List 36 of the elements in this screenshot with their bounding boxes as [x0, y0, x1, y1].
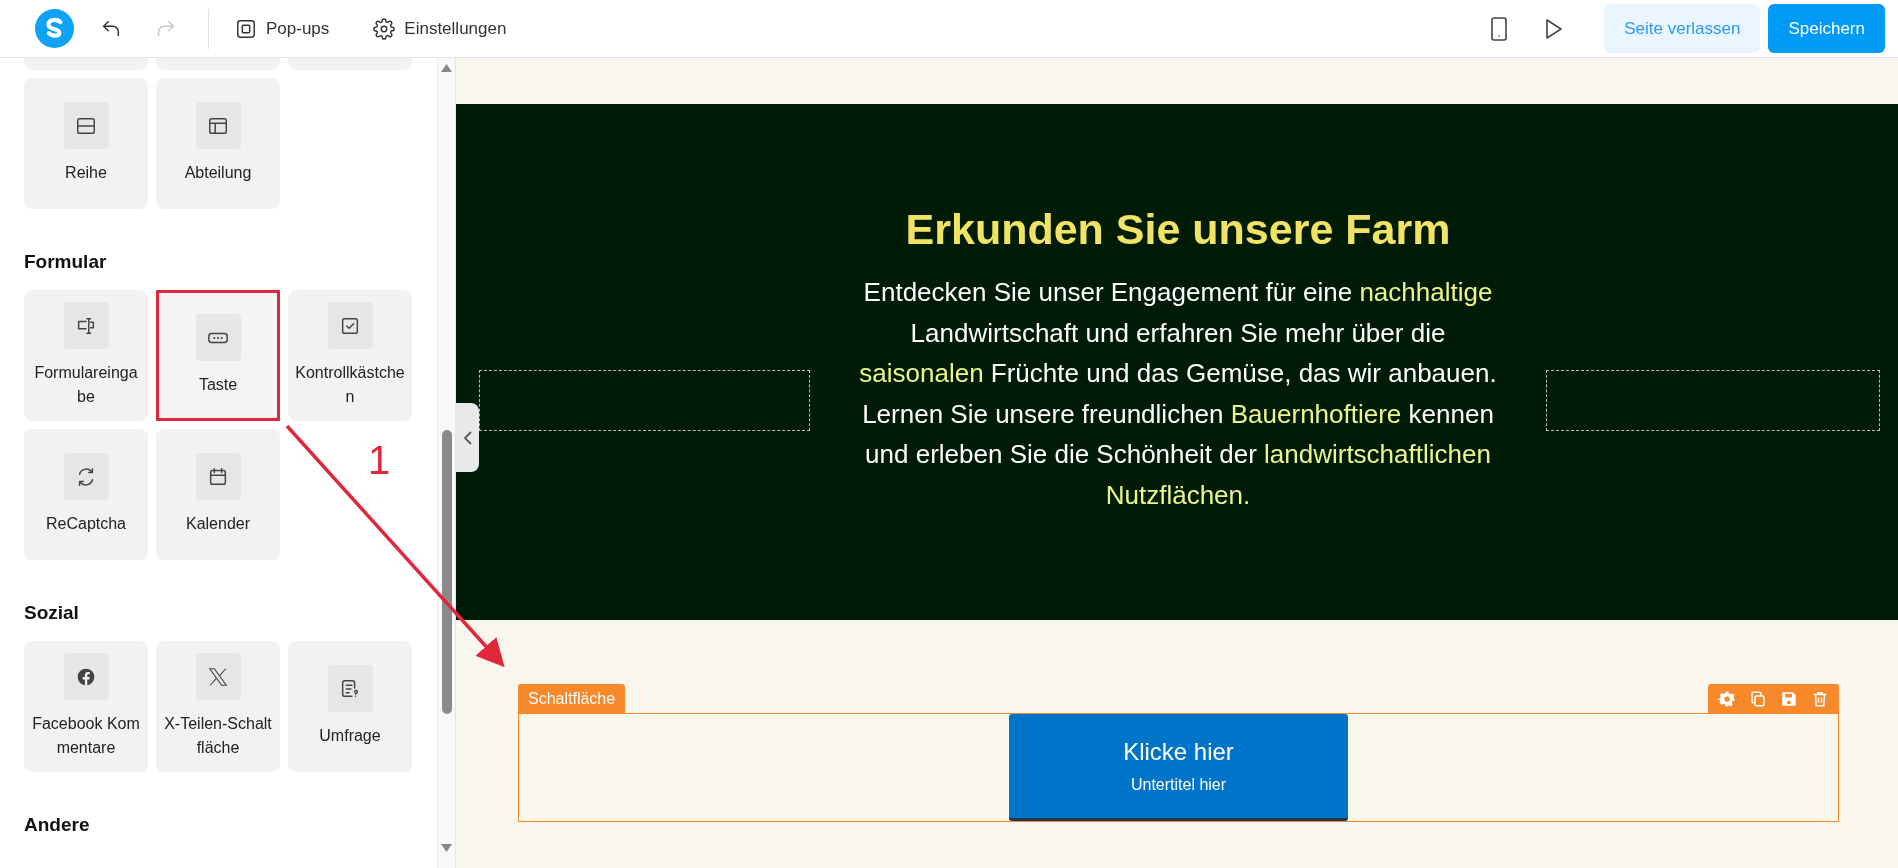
collapse-handle[interactable]: [456, 403, 479, 472]
element-tag: Schaltfläche: [518, 684, 626, 713]
cta-button[interactable]: Klicke hier Untertitel hier: [1009, 714, 1348, 821]
scroll-up-icon[interactable]: [441, 64, 452, 72]
element-tile[interactable]: Umfrage: [288, 641, 412, 772]
element-tile[interactable]: Kalender: [156, 429, 280, 560]
survey-icon: [339, 677, 361, 700]
square-icon: [235, 17, 257, 40]
copy-icon[interactable]: [1749, 689, 1767, 708]
calendar-icon: [207, 465, 229, 488]
element-tile[interactable]: ReCaptcha: [24, 429, 148, 560]
settings-icon[interactable]: [1718, 689, 1736, 708]
popups-button[interactable]: Pop-ups: [235, 17, 330, 40]
save-icon[interactable]: [1780, 689, 1798, 708]
hero-title: Erkunden Sie unsere Farm: [905, 204, 1451, 254]
element-tile[interactable]: Formulareingabe: [24, 290, 148, 421]
hero-text: Entdecken Sie unser Engagement für eine nachhaltige Landwirtschaft und erfahren Sie mehr über die saisonalen Früchte und das Gemüse, das wir anbauen. Lernen Sie unsere freundlichen Bauernhoftiere kennen und erleben Sie die Schönheit der landwirtschaftlichen Nutzflächen.: [858, 276, 1498, 512]
element-tile[interactable]: Kontrollkästchen: [288, 290, 412, 421]
element-tile[interactable]: Reihe: [24, 78, 148, 209]
x-logo-icon: [207, 665, 229, 688]
element-tile[interactable]: Facebook Kommentare: [24, 641, 148, 772]
chevron-left-icon: [462, 429, 473, 446]
section-heading: Sozial: [24, 601, 80, 624]
section-heading: Andere: [24, 813, 91, 836]
logo-icon[interactable]: [35, 9, 74, 48]
element-tile[interactable]: Abteilung: [156, 78, 280, 209]
delete-icon[interactable]: [1811, 689, 1829, 708]
settings-icon: [373, 17, 396, 40]
element-tile[interactable]: Taste: [156, 290, 280, 421]
element-tile[interactable]: X-Teilen-Schaltfläche: [156, 641, 280, 772]
annotation-number: 1: [368, 440, 391, 480]
scrollbar-thumb[interactable]: [442, 430, 452, 714]
scroll-down-icon[interactable]: [441, 844, 452, 852]
facebook-icon: [76, 666, 96, 687]
settings-button[interactable]: Einstellungen: [373, 17, 507, 40]
section-heading: Formular: [24, 250, 108, 273]
